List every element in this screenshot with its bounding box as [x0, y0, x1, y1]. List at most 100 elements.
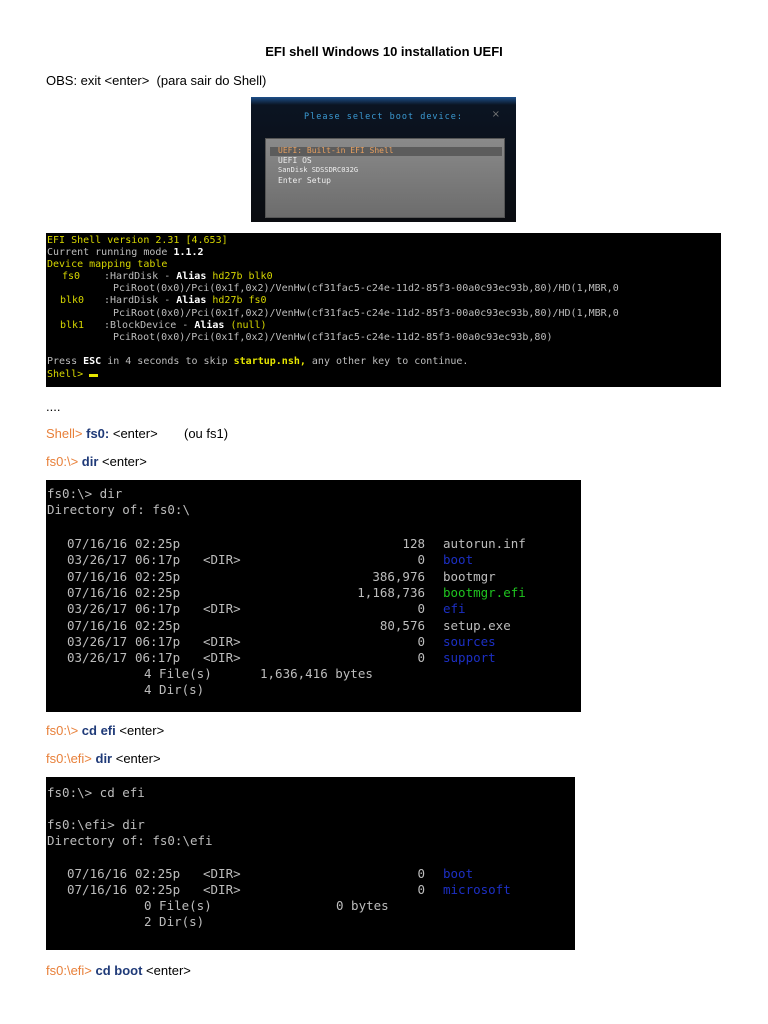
command: dir [81, 454, 99, 469]
device-alias: hd27b blk0 [212, 271, 273, 282]
entry-date: 07/16/16 [67, 536, 128, 551]
entry-name: autorun.inf [443, 536, 526, 551]
command: fs0: [86, 426, 110, 441]
device-type: :BlockDevice - [104, 320, 195, 331]
dir-count: 2 Dir(s) [144, 914, 205, 929]
obs-note: OBS: exit <enter> (para sair do Shell) [46, 73, 267, 88]
mapping-heading: Device mapping table [47, 259, 168, 270]
entry-date: 03/26/17 [67, 650, 128, 666]
mode-label: Current running mode [47, 247, 174, 258]
boot-item: Enter Setup [278, 176, 331, 185]
text: any other key to continue. [305, 356, 469, 367]
prompt: Shell> [46, 426, 87, 441]
device-row: fs0 :HardDisk - Alias hd27b blk0 [62, 271, 273, 283]
running-mode-line: Current running mode 1.1.2 [47, 247, 204, 259]
entry-dir: <DIR> [203, 866, 241, 881]
ellipsis: .... [46, 399, 61, 414]
entry-time: 06:17p [135, 552, 181, 568]
entry-time: 06:17p [135, 650, 181, 666]
entry-time: 02:25p [135, 584, 181, 600]
entry-size: 0 [417, 552, 425, 568]
entry-name: bootmgr [443, 568, 496, 584]
step-line: fs0:\> dir <enter> [46, 454, 147, 469]
entry-dir: <DIR> [203, 633, 241, 649]
device-name: fs0 [62, 271, 81, 282]
note: (ou fs1) [184, 426, 229, 441]
step-line: fs0:\> cd efi <enter> [46, 723, 164, 738]
entry-time: 06:17p [135, 601, 181, 617]
device-type: :HardDisk - [104, 271, 177, 282]
entry-name: bootmgr.efi [443, 584, 526, 600]
device-alias: hd27b fs0 [212, 295, 267, 306]
entry-dir: <DIR> [203, 552, 241, 568]
entry-size: 128 [402, 536, 425, 551]
entry-size: 1,168,736 [357, 584, 425, 600]
device-path: PciRoot(0x0)/Pci(0x1f,0x2)/VenHw(cf31fac… [113, 283, 619, 294]
entry-name: boot [443, 552, 474, 568]
entry-date: 07/16/16 [67, 584, 128, 600]
boot-item: UEFI: Built-in EFI Shell [278, 146, 394, 155]
command-line: fs0:\> dir [47, 486, 123, 501]
key-hint: <enter> [98, 454, 147, 469]
entry-time: 02:25p [135, 882, 181, 898]
entry-name: support [443, 650, 496, 666]
entry-name: microsoft [443, 882, 511, 898]
entry-time: 02:25p [135, 536, 181, 551]
entry-time: 02:25p [135, 568, 181, 584]
alias-label: Alias [176, 271, 207, 282]
efi-shell-screenshot: EFI Shell version 2.31 [4.653] Current r… [46, 233, 721, 387]
device-row: blk0 :HardDisk - Alias hd27b fs0 [60, 295, 267, 307]
boot-device-list: UEFI: Built-in EFI Shell UEFI OS SanDisk… [265, 138, 505, 218]
key-hint: <enter> [115, 723, 165, 738]
dir-listing-screenshot: fs0:\> dir Directory of: fs0:\ 07/16/16 0… [46, 480, 581, 712]
shell-version: EFI Shell version 2.31 [4.653] [47, 235, 228, 246]
close-icon: × [491, 109, 500, 120]
prompt: fs0:\> [46, 454, 82, 469]
entry-size: 0 [417, 601, 425, 617]
entry-size: 80,576 [379, 617, 425, 633]
entry-size: 0 [417, 650, 425, 666]
boot-item: SanDisk SDSSDRC032G [278, 166, 359, 174]
prompt: fs0:\> [46, 723, 82, 738]
key-hint: <enter> [109, 426, 158, 441]
entry-date: 07/16/16 [67, 617, 128, 633]
command: dir [95, 751, 113, 766]
device-type: :HardDisk - [104, 295, 177, 306]
mode-value: 1.1.2 [173, 247, 204, 258]
device-name: blk1 [60, 320, 85, 331]
entry-date: 07/16/16 [67, 882, 128, 898]
prompt: fs0:\efi> [46, 963, 96, 978]
cursor [89, 374, 99, 377]
dir-count: 4 Dir(s) [144, 682, 205, 697]
document-page: EFI shell Windows 10 installation UEFI O… [0, 0, 768, 1024]
entry-date: 07/16/16 [67, 568, 128, 584]
key-hint: <enter> [142, 963, 191, 978]
command-line: fs0:\efi> dir [47, 817, 145, 832]
key-hint: <enter> [112, 751, 161, 766]
file-count: 0 File(s) [144, 898, 212, 913]
device-name: blk0 [60, 295, 85, 306]
entry-name: boot [443, 866, 474, 881]
esc-key: ESC [83, 356, 102, 367]
entry-size: 0 [417, 633, 425, 649]
entry-date: 03/26/17 [67, 633, 128, 649]
command-line: fs0:\> cd efi [47, 785, 145, 800]
entry-date: 03/26/17 [67, 601, 128, 617]
command: cd boot [95, 963, 143, 978]
alias-label: Alias [176, 295, 207, 306]
step-line: Shell> fs0: <enter> (ou fs1) [46, 426, 228, 441]
entry-name: sources [443, 633, 496, 649]
startup-prompt: Press ESC in 4 seconds to skip startup.n… [47, 356, 468, 368]
device-alias: (null) [230, 320, 267, 331]
prompt: Shell> [47, 369, 90, 380]
entry-name: efi [443, 601, 466, 617]
page-title: EFI shell Windows 10 installation UEFI [265, 44, 503, 59]
file-count: 4 File(s) [144, 666, 212, 681]
alias-label: Alias [194, 320, 225, 331]
entry-size: 0 [417, 866, 425, 881]
entry-name: setup.exe [443, 617, 511, 633]
entry-time: 02:25p [135, 866, 181, 881]
directory-heading: Directory of: fs0:\ [47, 502, 190, 517]
step-line: fs0:\efi> dir <enter> [46, 751, 161, 766]
command: cd efi [81, 723, 116, 738]
